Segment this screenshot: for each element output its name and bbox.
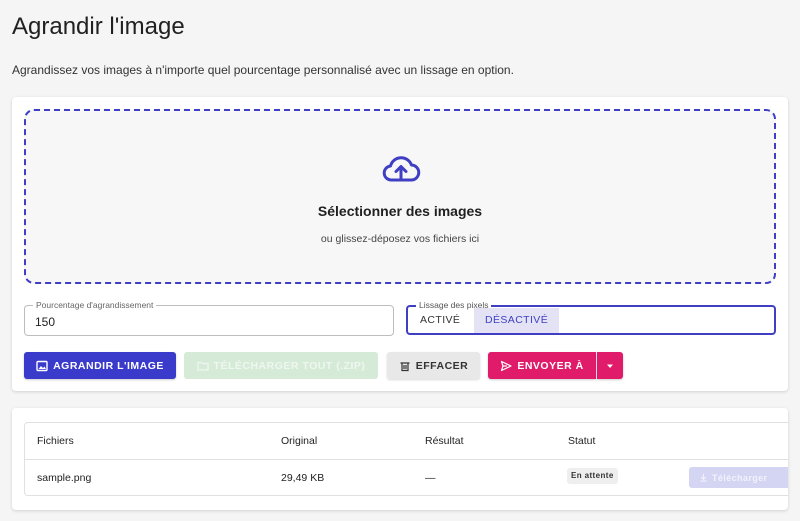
send-to-button-label: Envoyer à xyxy=(517,359,584,372)
cloud-upload-icon xyxy=(382,156,421,182)
smoothing-on-toggle[interactable]: Activé xyxy=(409,308,471,333)
header-original: Original xyxy=(281,435,318,447)
send-to-menu-button[interactable] xyxy=(597,352,623,379)
header-files: Fichiers xyxy=(37,435,74,447)
clear-icon xyxy=(400,361,410,371)
percent-field-label: Pourcentage d'agrandissement xyxy=(33,300,157,310)
files-card: Fichiers Original Résultat Statut sample… xyxy=(12,408,788,510)
page-title: Agrandir l'image xyxy=(12,13,185,40)
enlarge-button[interactable]: Agrandir l'image xyxy=(24,352,176,379)
image-icon xyxy=(36,360,48,371)
cell-file: sample.png xyxy=(37,472,92,484)
status-badge: En attente xyxy=(567,468,618,484)
clear-button-label: Effacer xyxy=(415,359,469,372)
clear-button[interactable]: Effacer xyxy=(387,352,480,379)
percent-input[interactable] xyxy=(35,315,375,329)
download-icon xyxy=(700,473,707,482)
percent-field[interactable]: Pourcentage d'agrandissement xyxy=(24,300,394,336)
dropzone-title: Sélectionner des images xyxy=(317,203,483,219)
download-all-button[interactable]: Télécharger tout (.zip) xyxy=(184,352,378,379)
upload-card: Sélectionner des images ou glissez-dépos… xyxy=(12,97,788,391)
cell-original: 29,49 KB xyxy=(281,472,325,484)
caret-down-icon xyxy=(607,364,613,368)
page-description: Agrandissez vos images à n'importe quel … xyxy=(12,63,514,77)
download-all-button-label: Télécharger tout (.zip) xyxy=(213,359,366,372)
smoothing-toggle-group: Lissage des pixels Activé Désactivé xyxy=(406,300,776,335)
row-divider xyxy=(25,459,788,460)
folder-zip-icon xyxy=(196,361,209,371)
send-icon xyxy=(501,360,512,371)
dropzone[interactable]: Sélectionner des images ou glissez-dépos… xyxy=(24,109,776,284)
send-to-button[interactable]: Envoyer à xyxy=(488,352,596,379)
row-download-label: Télécharger xyxy=(712,472,768,483)
header-status: Statut xyxy=(568,435,596,447)
files-table: Fichiers Original Résultat Statut sample… xyxy=(24,422,788,496)
smoothing-off-toggle[interactable]: Désactivé xyxy=(474,308,560,333)
dropzone-subtitle: ou glissez-déposez vos fichiers ici xyxy=(320,233,480,245)
enlarge-button-label: Agrandir l'image xyxy=(53,359,164,372)
row-download-button[interactable]: Télécharger xyxy=(689,467,788,488)
cell-result: — xyxy=(425,472,436,484)
header-result: Résultat xyxy=(425,435,464,447)
